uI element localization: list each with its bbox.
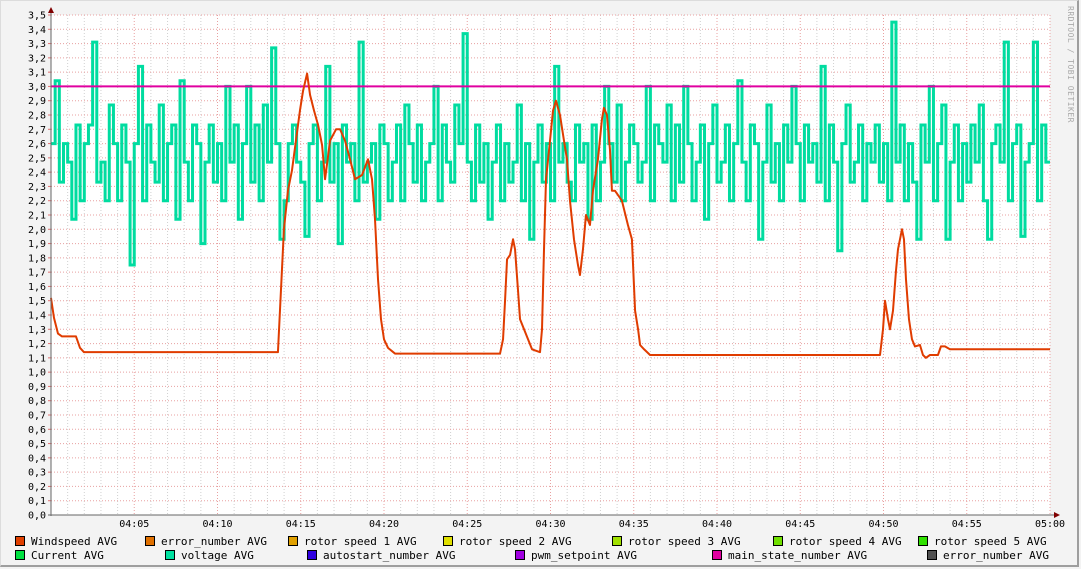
legend-item: error_number AVG <box>927 548 1049 562</box>
y-tick-label: 1,2 <box>28 339 46 350</box>
legend-label: voltage AVG <box>181 548 254 562</box>
y-tick-label: 2,0 <box>28 225 46 236</box>
legend-item: Windspeed AVG <box>15 534 117 548</box>
legend-item: rotor speed 4 AVG <box>773 534 902 548</box>
legend-label: main_state_number AVG <box>728 548 868 562</box>
y-axis-arrow-icon <box>48 7 54 13</box>
y-tick-label: 2,7 <box>28 125 46 136</box>
legend-swatch-icon <box>515 550 525 560</box>
x-tick-label: 04:30 <box>535 519 565 530</box>
legend-label: rotor speed 4 AVG <box>789 534 902 548</box>
legend-label: pwm_setpoint AVG <box>531 548 637 562</box>
y-tick-label: 0,0 <box>28 511 46 522</box>
legend-swatch-icon <box>927 550 937 560</box>
legend-label: error_number AVG <box>161 534 267 548</box>
y-tick-label: 3,1 <box>28 68 46 79</box>
rrd-chart: 0,0 0,1 0,2 0,3 0,4 0,5 0,6 0,7 0,8 0,9 1,0 1,1 1,2 1… <box>28 7 1065 530</box>
y-tick-label: 3,3 <box>28 39 46 50</box>
x-tick-label: 04:10 <box>202 519 232 530</box>
legend-item: autostart_number AVG <box>307 548 455 562</box>
legend-swatch-icon <box>288 536 298 546</box>
legend-swatch-icon <box>145 536 155 546</box>
legend-label: Windspeed AVG <box>31 534 118 548</box>
x-tick-label: 04:50 <box>868 519 898 530</box>
legend-label: Current AVG <box>31 548 104 562</box>
legend-label: rotor speed 5 AVG <box>934 534 1047 548</box>
legend-item: voltage AVG <box>165 548 254 562</box>
y-tick-label: 0,7 <box>28 411 46 422</box>
x-axis-ticks: 04:05 04:10 04:15 04:20 04:25 04:30 04:35 04:40… <box>119 519 1065 530</box>
legend-swatch-icon <box>918 536 928 546</box>
watermark: RRDTOOL / TOBI OETIKER <box>1066 6 1075 123</box>
y-tick-label: 3,4 <box>28 25 46 36</box>
y-tick-label: 3,2 <box>28 53 46 64</box>
legend-swatch-icon <box>15 550 25 560</box>
y-tick-label: 2,8 <box>28 111 46 122</box>
y-tick-label: 1,3 <box>28 325 46 336</box>
y-tick-label: 3,5 <box>28 11 46 22</box>
legend-item: rotor speed 3 AVG <box>612 534 741 548</box>
y-tick-label: 0,6 <box>28 425 46 436</box>
y-tick-label: 1,4 <box>28 311 46 322</box>
legend-label: rotor speed 3 AVG <box>628 534 741 548</box>
legend-swatch-icon <box>712 550 722 560</box>
legend-swatch-icon <box>165 550 175 560</box>
x-tick-label: 04:05 <box>119 519 149 530</box>
y-tick-label: 2,4 <box>28 168 46 179</box>
y-tick-label: 2,2 <box>28 196 46 207</box>
x-tick-label: 04:35 <box>619 519 649 530</box>
x-tick-label: 04:40 <box>702 519 732 530</box>
y-tick-label: 1,5 <box>28 296 46 307</box>
legend-item: error_number AVG <box>145 534 267 548</box>
x-tick-label: 04:15 <box>286 519 316 530</box>
y-tick-label: 2,6 <box>28 139 46 150</box>
legend-label: rotor speed 1 AVG <box>304 534 417 548</box>
y-tick-label: 2,3 <box>28 182 46 193</box>
y-axis-ticks: 0,0 0,1 0,2 0,3 0,4 0,5 0,6 0,7 0,8 0,9 1,0 1,1 1,2 1… <box>28 11 51 522</box>
x-tick-label: 04:45 <box>785 519 815 530</box>
legend-swatch-icon <box>15 536 25 546</box>
y-tick-label: 0,1 <box>28 496 46 507</box>
y-tick-label: 1,0 <box>28 368 46 379</box>
y-tick-label: 0,3 <box>28 468 46 479</box>
legend-item: rotor speed 5 AVG <box>918 534 1047 548</box>
legend-item: pwm_setpoint AVG <box>515 548 637 562</box>
legend-item: main_state_number AVG <box>712 548 867 562</box>
y-tick-label: 0,2 <box>28 482 46 493</box>
y-tick-label: 0,9 <box>28 382 46 393</box>
x-tick-label: 04:20 <box>369 519 399 530</box>
x-tick-label: 04:25 <box>452 519 482 530</box>
legend-item: Current AVG <box>15 548 104 562</box>
y-tick-label: 1,7 <box>28 268 46 279</box>
legend-swatch-icon <box>307 550 317 560</box>
y-tick-label: 2,1 <box>28 211 46 222</box>
legend-item: rotor speed 2 AVG <box>443 534 572 548</box>
x-tick-label: 04:55 <box>952 519 982 530</box>
y-tick-label: 1,9 <box>28 239 46 250</box>
x-tick-label: 05:00 <box>1035 519 1065 530</box>
legend-label: error_number AVG <box>943 548 1049 562</box>
y-tick-label: 1,6 <box>28 282 46 293</box>
y-tick-label: 1,8 <box>28 253 46 264</box>
y-tick-label: 0,5 <box>28 439 46 450</box>
legend-swatch-icon <box>773 536 783 546</box>
y-tick-label: 1,1 <box>28 353 46 364</box>
legend-label: rotor speed 2 AVG <box>459 534 572 548</box>
y-tick-label: 3,0 <box>28 82 46 93</box>
x-axis-arrow-icon <box>1054 512 1060 518</box>
y-tick-label: 2,5 <box>28 153 46 164</box>
legend-item: rotor speed 1 AVG <box>288 534 417 548</box>
y-tick-label: 0,4 <box>28 453 46 464</box>
legend-swatch-icon <box>612 536 622 546</box>
y-tick-label: 2,9 <box>28 96 46 107</box>
legend-label: autostart_number AVG <box>323 548 456 562</box>
y-tick-label: 0,8 <box>28 396 46 407</box>
legend-swatch-icon <box>443 536 453 546</box>
